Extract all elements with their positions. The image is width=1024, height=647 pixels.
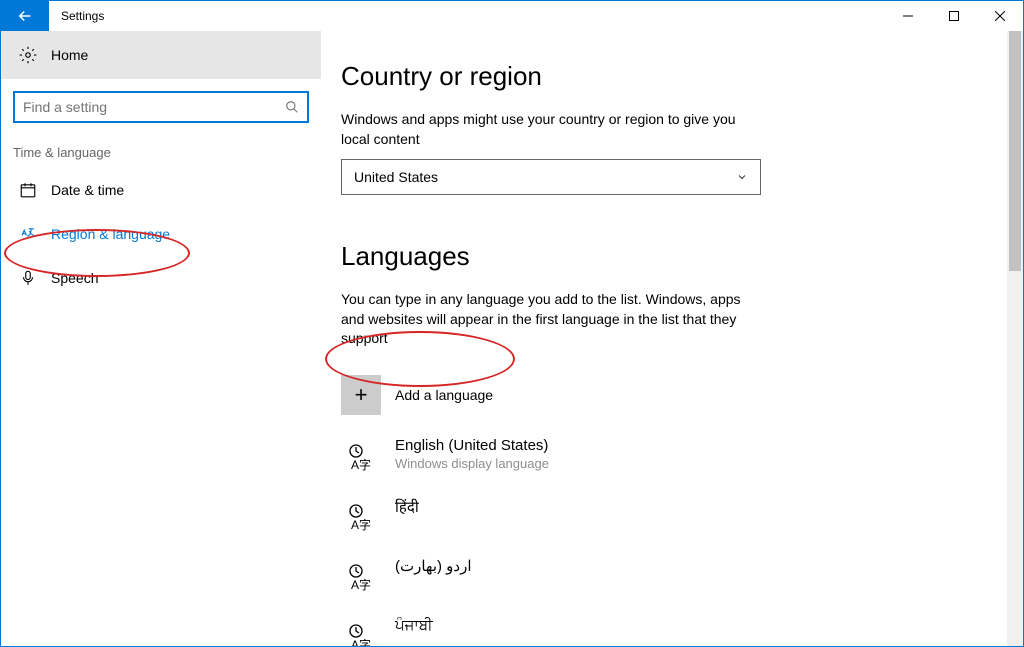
language-name: ਪੰਜਾਬੀ: [395, 617, 433, 634]
plus-icon: +: [341, 375, 381, 415]
svg-text:A字: A字: [351, 637, 371, 646]
gear-icon: [19, 46, 37, 64]
back-button[interactable]: [1, 1, 49, 31]
language-icon: [19, 225, 37, 243]
sidebar-item-datetime[interactable]: Date & time: [1, 168, 321, 212]
window-title: Settings: [49, 1, 885, 31]
country-selected: United States: [354, 169, 438, 185]
country-dropdown[interactable]: United States: [341, 159, 761, 195]
minimize-button[interactable]: [885, 1, 931, 31]
content-area: Country or region Windows and apps might…: [321, 31, 1023, 646]
region-heading: Country or region: [341, 61, 999, 92]
language-name: हिंदी: [395, 497, 419, 517]
language-subtitle: Windows display language: [395, 456, 549, 471]
home-nav[interactable]: Home: [1, 31, 321, 79]
maximize-icon: [949, 11, 959, 21]
add-language-label: Add a language: [395, 387, 493, 403]
language-name: اردو (بھارت): [395, 557, 472, 575]
nav-label: Region & language: [51, 226, 170, 242]
arrow-left-icon: [16, 7, 34, 25]
svg-text:A字: A字: [351, 577, 371, 592]
nav-label: Speech: [51, 270, 98, 286]
language-name: English (United States): [395, 437, 549, 454]
search-box[interactable]: [13, 91, 309, 123]
language-item[interactable]: A字 हिंदी: [341, 487, 761, 547]
home-label: Home: [51, 47, 88, 63]
svg-text:A字: A字: [351, 457, 371, 472]
window-controls: [885, 1, 1023, 31]
region-description: Windows and apps might use your country …: [341, 110, 761, 149]
svg-text:A字: A字: [351, 517, 371, 532]
languages-description: You can type in any language you add to …: [341, 290, 761, 349]
chevron-down-icon: [736, 171, 748, 183]
close-button[interactable]: [977, 1, 1023, 31]
scrollbar-thumb[interactable]: [1009, 31, 1021, 271]
maximize-button[interactable]: [931, 1, 977, 31]
language-glyph-icon: A字: [341, 437, 381, 477]
vertical-scrollbar[interactable]: [1007, 31, 1023, 646]
search-input[interactable]: [23, 99, 285, 115]
minimize-icon: [903, 11, 913, 21]
microphone-icon: [19, 269, 37, 287]
add-language-button[interactable]: + Add a language: [341, 371, 641, 419]
language-item[interactable]: A字 ਪੰਜਾਬੀ: [341, 607, 761, 646]
search-icon: [285, 100, 299, 114]
language-glyph-icon: A字: [341, 617, 381, 646]
sidebar: Home Time & language Date & time: [1, 31, 321, 646]
search-container: [1, 79, 321, 133]
titlebar: Settings: [1, 1, 1023, 31]
languages-heading: Languages: [341, 241, 999, 272]
nav-label: Date & time: [51, 182, 124, 198]
sidebar-item-region-language[interactable]: Region & language: [1, 212, 321, 256]
calendar-icon: [19, 181, 37, 199]
language-item[interactable]: A字 اردو (بھارت): [341, 547, 761, 607]
close-icon: [995, 11, 1005, 21]
language-item[interactable]: A字 English (United States) Windows displ…: [341, 427, 761, 487]
language-glyph-icon: A字: [341, 557, 381, 597]
sidebar-item-speech[interactable]: Speech: [1, 256, 321, 300]
sidebar-section-title: Time & language: [1, 133, 321, 168]
language-glyph-icon: A字: [341, 497, 381, 537]
